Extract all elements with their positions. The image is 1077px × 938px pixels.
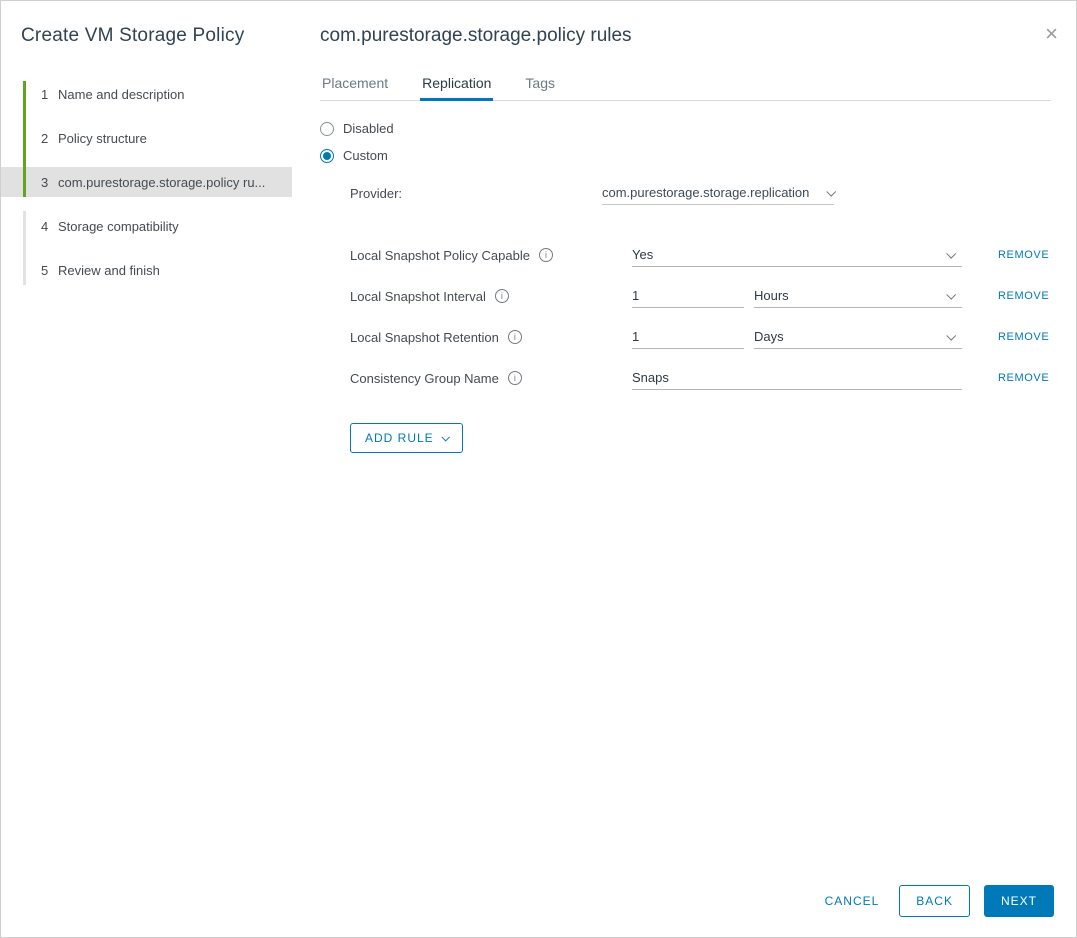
rule-local-snapshot-retention: Local Snapshot Retention i Days REMOVE — [350, 325, 1051, 349]
retention-unit-select[interactable]: Days — [754, 325, 962, 349]
info-icon[interactable]: i — [507, 371, 522, 385]
rule-label: Local Snapshot Retention i — [350, 330, 632, 345]
rule-fields — [632, 366, 962, 390]
progress-bar-todo — [23, 211, 26, 285]
select-value: Yes — [632, 247, 654, 262]
chevron-down-icon — [826, 186, 837, 197]
chevron-down-icon — [946, 248, 957, 259]
remove-rule-button[interactable]: REMOVE — [998, 331, 1049, 343]
info-icon[interactable]: i — [507, 330, 522, 344]
rule-label-text: Local Snapshot Interval — [350, 288, 486, 304]
sidebar-step-storage-compatibility[interactable]: 4 Storage compatibility — [1, 211, 292, 241]
add-rule-label: ADD RULE — [365, 431, 434, 445]
create-vm-storage-policy-dialog: Create VM Storage Policy 1 Name and desc… — [0, 0, 1077, 938]
consistency-group-field — [632, 366, 962, 390]
wizard-steps: 1 Name and description 2 Policy structur… — [1, 79, 292, 285]
cancel-button[interactable]: CANCEL — [825, 894, 880, 908]
remove-rule-button[interactable]: REMOVE — [998, 249, 1049, 261]
radio-disabled-label: Disabled — [343, 121, 394, 136]
step-number: 3 — [41, 174, 49, 190]
consistency-group-input[interactable] — [632, 370, 962, 385]
wizard-title: Create VM Storage Policy — [21, 25, 245, 46]
page-title: com.purestorage.storage.policy rules — [320, 25, 632, 46]
tab-bar: Placement Replication Tags — [320, 75, 1051, 101]
radio-disabled-icon[interactable] — [320, 121, 334, 136]
next-button[interactable]: NEXT — [983, 885, 1054, 917]
retention-value-input[interactable] — [632, 329, 744, 344]
sidebar-step-review-and-finish[interactable]: 5 Review and finish — [1, 255, 292, 285]
tab-tags[interactable]: Tags — [523, 75, 557, 100]
step-label: Review and finish — [58, 262, 160, 278]
rule-fields: Days — [632, 325, 962, 349]
wizard-footer: CANCEL BACK NEXT — [825, 885, 1054, 917]
provider-select[interactable]: com.purestorage.storage.replication — [602, 181, 837, 205]
rule-consistency-group-name: Consistency Group Name i REMOVE — [350, 366, 1051, 390]
sidebar-step-policy-structure[interactable]: 2 Policy structure — [1, 123, 292, 153]
rule-local-snapshot-policy-capable: Local Snapshot Policy Capable i Yes REMO… — [350, 243, 1051, 267]
interval-value-field — [632, 284, 744, 308]
chevron-down-icon — [946, 289, 957, 300]
tab-replication[interactable]: Replication — [420, 75, 494, 101]
provider-label: Provider: — [350, 185, 403, 201]
rule-label-text: Consistency Group Name — [350, 370, 499, 386]
radio-custom-label: Custom — [343, 148, 388, 163]
interval-value-input[interactable] — [632, 288, 744, 303]
replication-mode-group: Disabled Custom — [320, 121, 1051, 163]
sidebar-step-policy-rules[interactable]: 3 com.purestorage.storage.policy ru... — [1, 167, 292, 197]
main-content: com.purestorage.storage.policy rules × P… — [292, 1, 1076, 937]
step-number: 2 — [41, 130, 49, 146]
close-icon[interactable]: × — [1045, 23, 1058, 45]
rule-fields: Hours — [632, 284, 962, 308]
provider-row: Provider: com.purestorage.storage.replic… — [320, 181, 1051, 205]
add-rule-button[interactable]: ADD RULE — [350, 423, 463, 453]
remove-rule-button[interactable]: REMOVE — [998, 290, 1049, 302]
step-number: 1 — [41, 86, 49, 102]
progress-bar-done — [23, 81, 26, 197]
select-value: Days — [754, 329, 784, 344]
rules-list: Local Snapshot Policy Capable i Yes REMO… — [320, 243, 1051, 390]
radio-disabled[interactable]: Disabled — [320, 121, 1051, 136]
select-value: Hours — [754, 288, 789, 303]
rule-label: Local Snapshot Policy Capable i — [350, 248, 632, 263]
step-number: 4 — [41, 218, 49, 234]
interval-unit-select[interactable]: Hours — [754, 284, 962, 308]
sidebar-step-name-and-description[interactable]: 1 Name and description — [1, 79, 292, 109]
step-label: Storage compatibility — [58, 218, 179, 234]
info-icon[interactable]: i — [494, 289, 509, 303]
rule-fields: Yes — [632, 243, 962, 267]
rule-local-snapshot-interval: Local Snapshot Interval i Hours REMOVE — [350, 284, 1051, 308]
provider-select-value: com.purestorage.storage.replication — [602, 185, 810, 200]
step-label: Name and description — [58, 86, 185, 102]
retention-value-field — [632, 325, 744, 349]
rule-label-text: Local Snapshot Retention — [350, 329, 499, 345]
chevron-down-icon — [441, 433, 450, 442]
step-label: Policy structure — [58, 130, 147, 146]
rule-label: Consistency Group Name i — [350, 371, 632, 386]
radio-custom[interactable]: Custom — [320, 148, 1051, 163]
step-number: 5 — [41, 262, 49, 278]
step-label: com.purestorage.storage.policy ru... — [58, 174, 266, 190]
rule-label-text: Local Snapshot Policy Capable — [350, 247, 530, 263]
info-icon[interactable]: i — [538, 248, 553, 262]
policy-capable-select[interactable]: Yes — [632, 243, 962, 267]
rule-label: Local Snapshot Interval i — [350, 289, 632, 304]
chevron-down-icon — [946, 330, 957, 341]
back-button[interactable]: BACK — [899, 885, 970, 917]
wizard-sidebar: Create VM Storage Policy 1 Name and desc… — [1, 1, 292, 937]
tab-placement[interactable]: Placement — [320, 75, 390, 100]
remove-rule-button[interactable]: REMOVE — [998, 372, 1049, 384]
radio-custom-icon[interactable] — [320, 148, 334, 163]
